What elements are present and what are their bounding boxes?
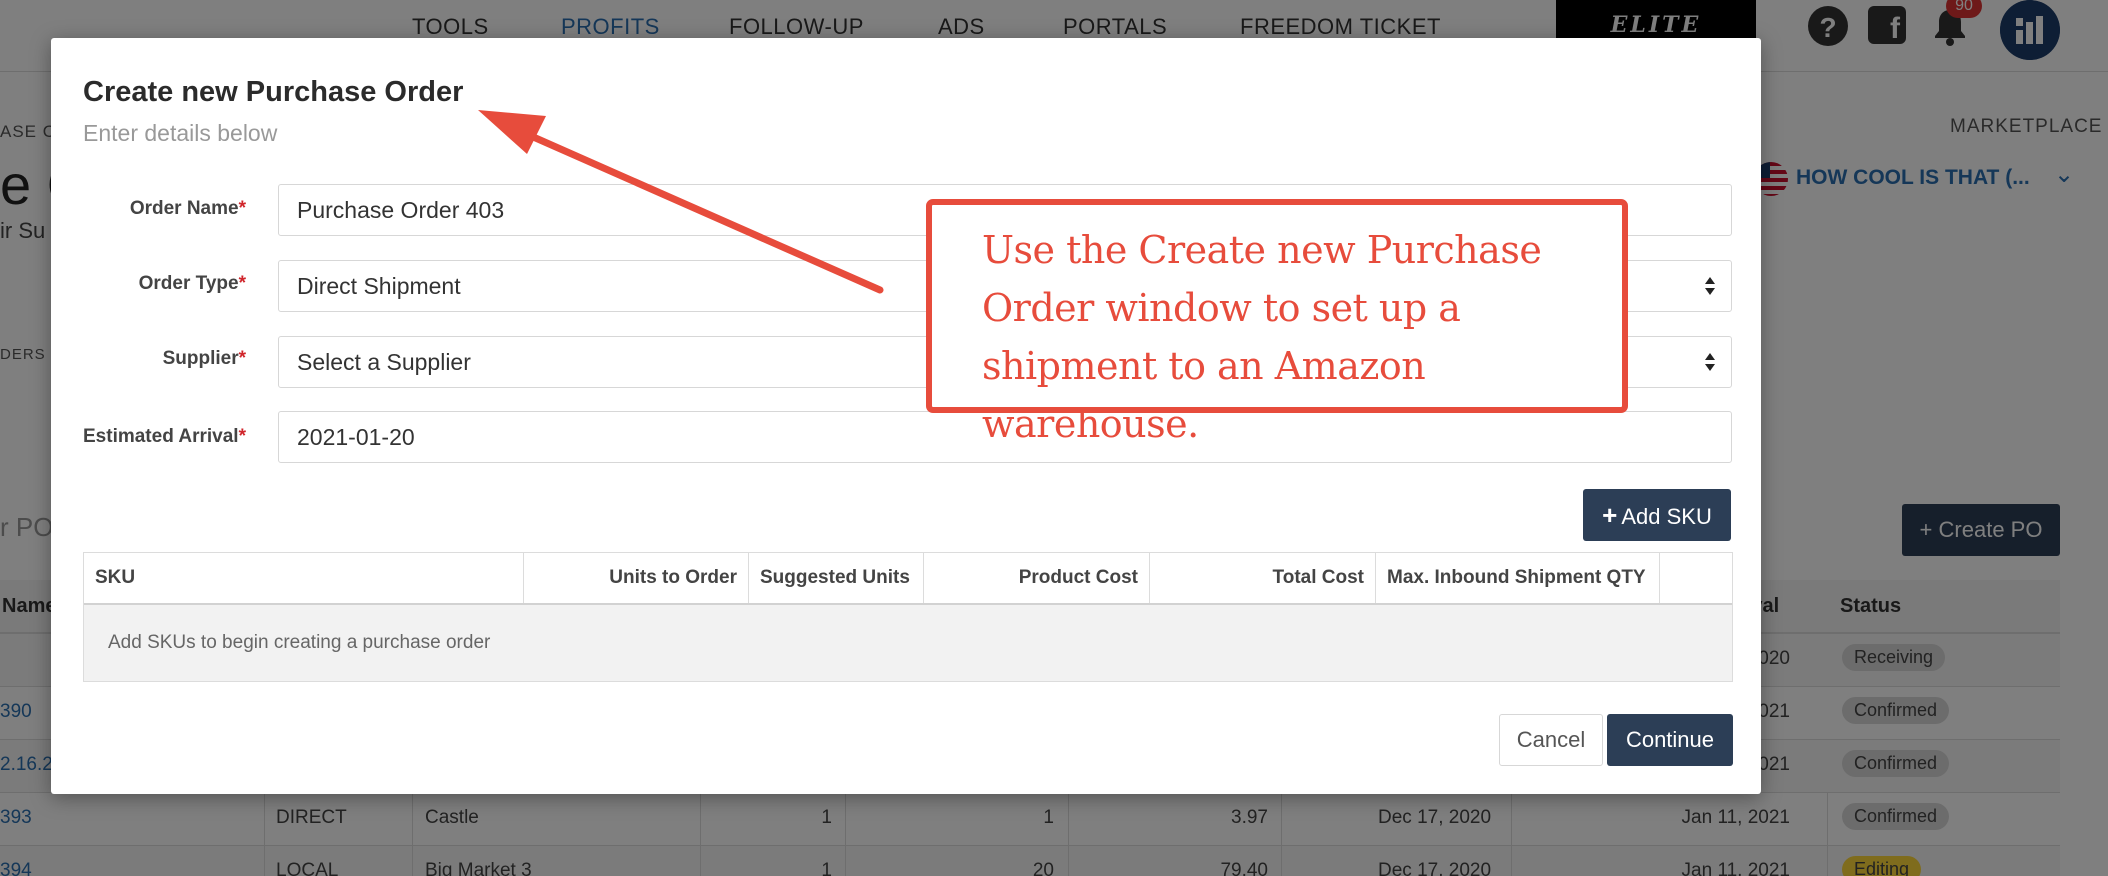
annotation-callout: Use the Create new Purchase Order window… bbox=[926, 199, 1628, 446]
